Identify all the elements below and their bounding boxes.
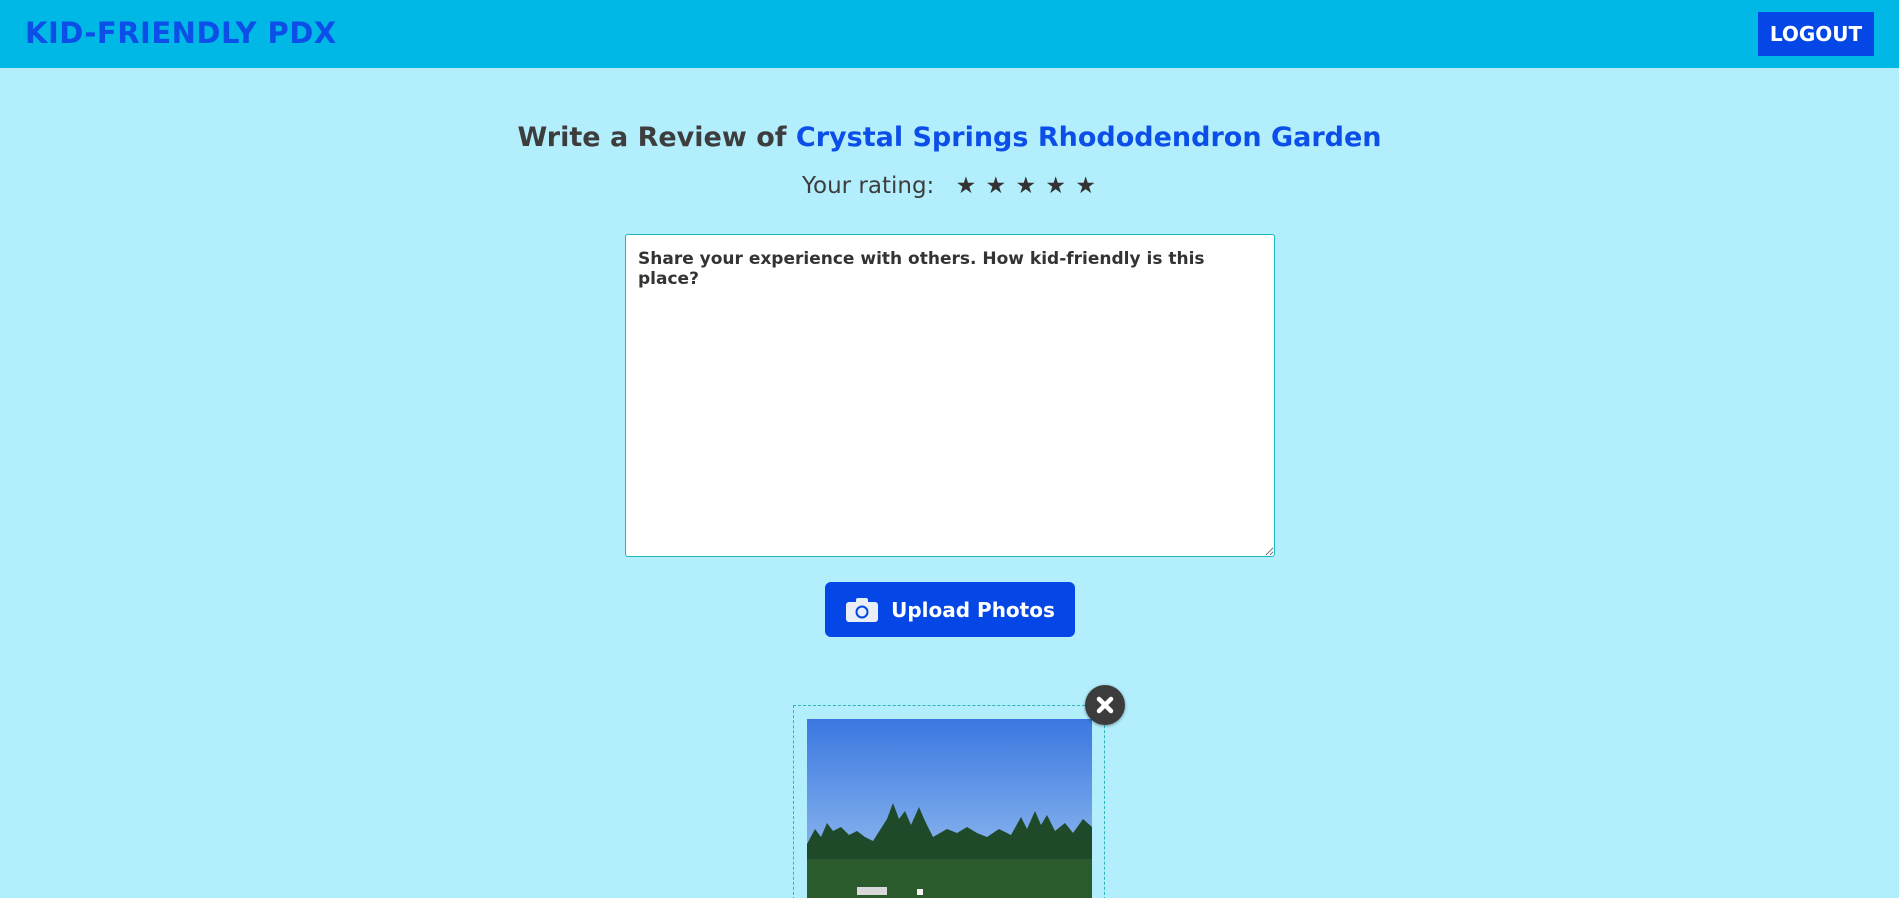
uploaded-photo [807,719,1092,898]
park-photo-image [807,719,1092,898]
star-5-icon[interactable]: ★ [1075,173,1097,199]
star-2-icon[interactable]: ★ [986,173,1008,199]
rating-label: Your rating: [802,173,935,199]
star-3-icon[interactable]: ★ [1015,173,1037,199]
star-1-icon[interactable]: ★ [956,173,978,199]
page-title: Write a Review of Crystal Springs Rhodod… [0,122,1899,153]
top-navbar: KID-FRIENDLY PDX LOGOUT [0,0,1899,68]
star-rating: ★ ★ ★ ★ ★ [956,173,1097,199]
review-textarea[interactable] [625,234,1275,557]
camera-icon [846,597,879,622]
title-prefix: Write a Review of [517,122,787,153]
remove-photo-button[interactable] [1085,685,1125,725]
upload-photos-label: Upload Photos [891,597,1055,622]
logout-button[interactable]: LOGOUT [1758,12,1874,56]
rating-row: Your rating: ★ ★ ★ ★ ★ [0,173,1899,199]
close-icon [1096,696,1114,714]
brand-logo[interactable]: KID-FRIENDLY PDX [25,16,337,50]
place-name-link[interactable]: Crystal Springs Rhododendron Garden [796,122,1382,153]
star-4-icon[interactable]: ★ [1045,173,1067,199]
upload-photos-button[interactable]: Upload Photos [825,582,1075,637]
photo-preview [793,705,1105,898]
